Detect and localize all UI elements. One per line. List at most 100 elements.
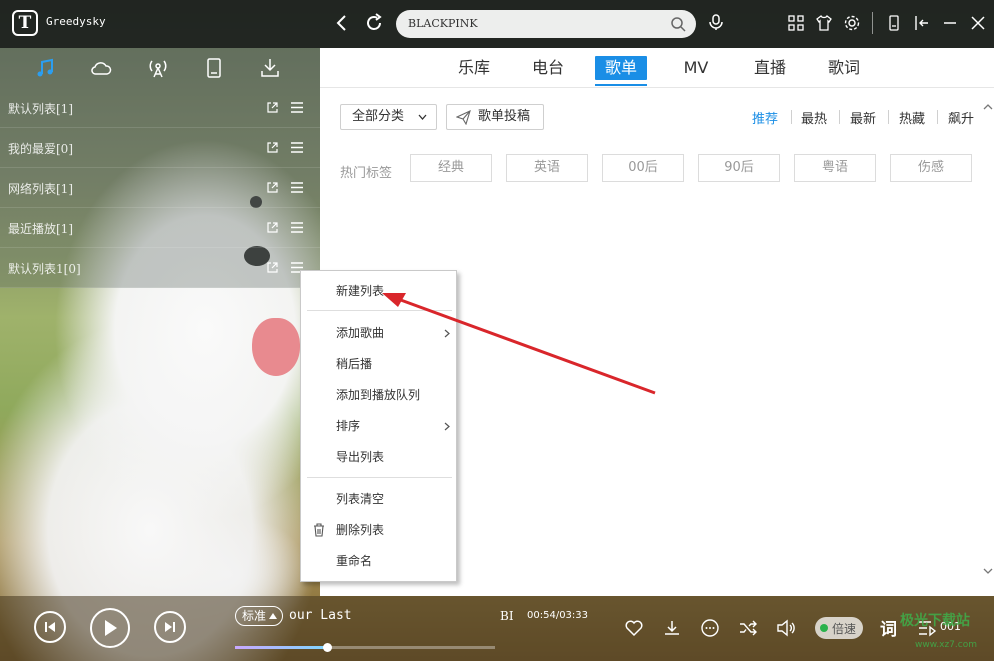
category-dropdown-label: 全部分类 — [352, 109, 405, 124]
menu-item-delete-list[interactable]: 删除列表 — [301, 517, 458, 543]
menu-icon[interactable] — [290, 101, 304, 114]
tag-button[interactable]: 00后 — [602, 154, 684, 182]
lyrics-button[interactable]: 词 — [880, 615, 897, 640]
speed-toggle[interactable]: 倍速 — [815, 617, 863, 639]
download-icon[interactable] — [662, 618, 682, 638]
menu-icon[interactable] — [290, 141, 304, 154]
menu-item-label: 重命名 — [336, 554, 373, 568]
menu-item-clear[interactable]: 列表清空 — [301, 486, 458, 512]
more-icon[interactable] — [700, 618, 720, 638]
paper-plane-icon — [456, 110, 471, 125]
trash-icon — [314, 523, 324, 537]
download-icon[interactable] — [258, 56, 282, 80]
tag-button[interactable]: 伤感 — [890, 154, 972, 182]
previous-icon — [45, 622, 55, 632]
playlist-row[interactable]: 默认列表1[0] — [0, 248, 320, 288]
menu-item-export[interactable]: 导出列表 — [301, 444, 458, 470]
playlist-label: 默认列表1[0] — [8, 262, 81, 276]
progress-fill — [235, 646, 328, 649]
menu-item-label: 添加歌曲 — [336, 326, 385, 340]
sort-collected[interactable]: 热藏 — [899, 108, 925, 127]
tab-mv[interactable]: MV — [680, 56, 712, 80]
music-note-icon[interactable] — [33, 56, 57, 80]
scrollbar[interactable] — [982, 100, 994, 584]
menu-item-play-later[interactable]: 稍后播 — [301, 351, 458, 377]
quality-selector[interactable]: 标准 — [235, 606, 283, 626]
category-dropdown[interactable]: 全部分类 — [340, 104, 437, 130]
chevron-right-icon — [444, 329, 450, 338]
toggle-indicator — [820, 624, 828, 632]
playback-time: 00:54/03:33 — [527, 610, 589, 621]
close-icon[interactable] — [969, 14, 987, 32]
menu-item-label: 排序 — [336, 419, 361, 433]
tag-button[interactable]: 英语 — [506, 154, 588, 182]
playlist-row[interactable]: 网络列表[1] — [0, 168, 320, 208]
search-input[interactable]: BLACKPINK — [396, 10, 696, 38]
tab-radio[interactable]: 电台 — [530, 56, 566, 80]
menu-item-sort[interactable]: 排序 — [301, 413, 458, 439]
tab-playlists[interactable]: 歌单 — [595, 56, 648, 86]
submit-playlist-button[interactable]: 歌单投稿 — [446, 104, 544, 130]
caret-up-icon — [269, 613, 277, 619]
back-button[interactable] — [330, 11, 354, 35]
playlist-row[interactable]: 默认列表[1] — [0, 88, 320, 128]
previous-button[interactable] — [34, 611, 66, 643]
shuffle-icon[interactable] — [738, 618, 758, 638]
gear-icon[interactable] — [843, 14, 861, 32]
tab-lyrics[interactable]: 歌词 — [826, 56, 862, 80]
tag-button[interactable]: 经典 — [410, 154, 492, 182]
playlist-label: 网络列表[1] — [8, 182, 73, 196]
artist-name: BI — [500, 609, 514, 623]
search-icon[interactable] — [670, 16, 686, 32]
sort-hottest[interactable]: 最热 — [801, 108, 827, 127]
sort-recommended[interactable]: 推荐 — [752, 108, 778, 127]
tag-button[interactable]: 90后 — [698, 154, 780, 182]
menu-item-add-to-queue[interactable]: 添加到播放队列 — [301, 382, 458, 408]
watermark-url: www.xz7.com — [915, 640, 977, 650]
share-icon[interactable] — [266, 261, 279, 274]
refresh-icon — [367, 13, 382, 30]
sort-newest[interactable]: 最新 — [850, 108, 876, 127]
progress-bar[interactable] — [235, 643, 495, 652]
app-logo: T — [12, 10, 38, 36]
refresh-button[interactable] — [362, 11, 386, 35]
device-icon[interactable] — [202, 56, 226, 80]
playlist-row[interactable]: 最近播放[1] — [0, 208, 320, 248]
menu-item-rename[interactable]: 重命名 — [301, 548, 458, 574]
cloud-icon[interactable] — [89, 56, 113, 80]
shirt-icon[interactable] — [815, 14, 833, 32]
tab-library[interactable]: 乐库 — [456, 56, 492, 80]
next-button[interactable] — [154, 611, 186, 643]
scroll-down-icon[interactable] — [982, 566, 994, 576]
tag-button[interactable]: 粤语 — [794, 154, 876, 182]
volume-icon[interactable] — [776, 618, 796, 638]
menu-item-new-list[interactable]: 新建列表 — [301, 278, 458, 304]
watermark: 极光下载站 — [900, 613, 970, 629]
menu-icon[interactable] — [290, 221, 304, 234]
share-icon[interactable] — [266, 101, 279, 114]
scroll-up-icon[interactable] — [982, 102, 994, 112]
tab-live[interactable]: 直播 — [752, 56, 788, 80]
minimize-icon[interactable] — [941, 14, 959, 32]
chevron-left-icon — [336, 15, 346, 31]
microphone-icon[interactable] — [707, 13, 725, 31]
sort-rising[interactable]: 飙升 — [948, 108, 974, 127]
menu-item-add-songs[interactable]: 添加歌曲 — [301, 320, 458, 346]
grid-icon[interactable] — [787, 14, 805, 32]
heart-icon[interactable] — [624, 618, 644, 638]
share-icon[interactable] — [266, 181, 279, 194]
progress-knob[interactable] — [323, 643, 333, 652]
play-button[interactable] — [90, 608, 130, 648]
remote-icon[interactable] — [885, 14, 903, 32]
menu-item-label: 导出列表 — [336, 450, 385, 464]
share-icon[interactable] — [266, 141, 279, 154]
sort-divider — [937, 110, 938, 124]
playlist-row[interactable]: 我的最爱[0] — [0, 128, 320, 168]
playlist-label: 我的最爱[0] — [8, 142, 73, 156]
radio-icon[interactable] — [146, 56, 170, 80]
menu-icon[interactable] — [290, 181, 304, 194]
mini-mode-icon[interactable] — [913, 14, 931, 32]
player-bar: 标准 our Last BI 00:54/03:33 倍速 词 001 — [0, 596, 994, 661]
context-menu: 新建列表 添加歌曲 稍后播 添加到播放队列 排序 导出列表 列表清空 删除列表 … — [300, 270, 457, 582]
share-icon[interactable] — [266, 221, 279, 234]
